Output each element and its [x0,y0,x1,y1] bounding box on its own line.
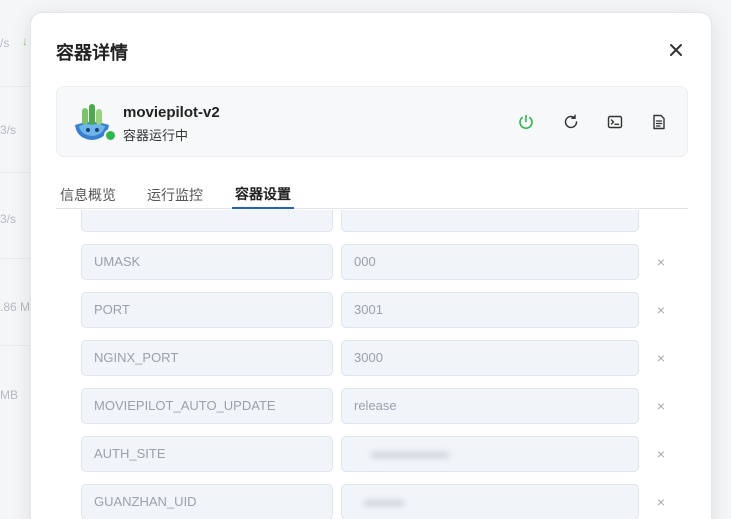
env-row: GUANZHAN_UID × [56,484,688,519]
env-row: MOVIEPILOT_AUTO_UPDATE release × [56,388,688,424]
bg-divider [0,258,32,259]
close-icon [670,44,682,56]
terminal-button[interactable] [603,110,627,134]
env-key-field[interactable]: GUANZHAN_UID [81,484,333,519]
env-value-field[interactable]: release [341,388,639,424]
env-row: NGINX_PORT 3000 × [56,340,688,376]
container-status: 容器运行中 [123,128,189,143]
download-arrow-icon: ↓ [22,34,28,48]
restart-icon [564,114,578,129]
close-button[interactable] [665,39,687,61]
container-name: moviepilot-v2 [123,104,220,121]
env-key-field[interactable]: PORT [81,292,333,328]
env-key-field[interactable]: UMASK [81,244,333,280]
bg-divider [0,86,32,87]
env-value-field[interactable] [341,210,639,232]
delete-env-button[interactable]: × [652,253,670,271]
env-key-field[interactable]: AUTH_SITE [81,436,333,472]
modal-title: 容器详情 [56,43,128,63]
bg-divider [0,345,32,346]
tab-bar: 信息概览 运行监控 容器设置 [56,181,688,209]
env-value-field[interactable]: 3000 [341,340,639,376]
env-key-field[interactable] [81,210,333,232]
container-header-card: moviepilot-v2 容器运行中 [56,86,688,157]
bg-speed-text: 3/s [0,123,17,137]
logs-button[interactable] [647,110,671,134]
bg-divider [0,172,32,173]
env-row: PORT 3001 × [56,292,688,328]
bg-memory-text: MB [0,388,18,402]
delete-env-button[interactable]: × [652,445,670,463]
power-icon [519,114,533,129]
tab-monitor[interactable]: 运行监控 [144,181,206,209]
terminal-icon [607,115,623,129]
env-variable-list: UMASK 000 × PORT 3001 × NGINX_PORT 3000 … [56,210,688,519]
tab-overview[interactable]: 信息概览 [57,181,119,209]
delete-env-button[interactable]: × [652,349,670,367]
power-button[interactable] [514,110,538,134]
env-value-field[interactable]: 000 [341,244,639,280]
container-details-modal: 容器详情 moviepilot-v2 容器运行中 信息概览 运行监控 容器设置 … [30,12,712,519]
delete-env-button[interactable]: × [652,397,670,415]
env-row: AUTH_SITE × [56,436,688,472]
env-row: UMASK 000 × [56,244,688,280]
bg-speed-text: 3/s [0,212,17,226]
bg-speed-text: /s [0,36,10,50]
redacted-value [371,452,449,458]
env-key-field[interactable]: NGINX_PORT [81,340,333,376]
tab-settings[interactable]: 容器设置 [232,181,294,209]
env-key-field[interactable]: MOVIEPILOT_AUTO_UPDATE [81,388,333,424]
bg-memory-text: .86 M [0,300,31,314]
restart-button[interactable] [559,110,583,134]
delete-env-button[interactable]: × [652,301,670,319]
running-status-dot [104,129,117,142]
log-document-icon [653,114,665,130]
delete-env-button[interactable]: × [652,493,670,511]
env-row [56,210,688,232]
redacted-value [364,500,404,506]
env-value-field[interactable]: 3001 [341,292,639,328]
